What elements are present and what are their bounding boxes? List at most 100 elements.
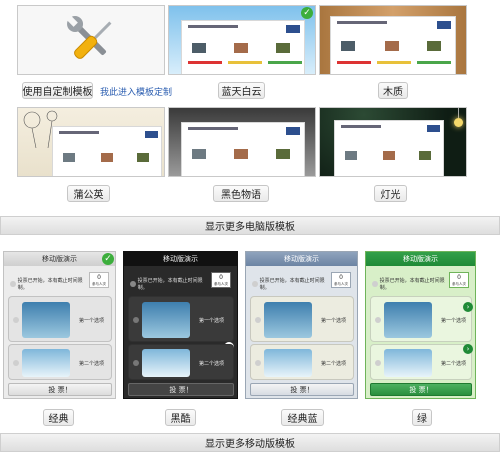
option-card[interactable]: 第二个选项 <box>250 344 354 380</box>
participant-count-box: 0 参与人次 <box>449 272 469 288</box>
preview-image <box>137 153 149 162</box>
participant-count-box: 0 参与人次 <box>331 272 351 288</box>
participant-count: 0 <box>219 274 223 281</box>
option-radio[interactable] <box>255 317 261 323</box>
vote-button[interactable]: 投 票！ <box>128 383 234 396</box>
template-button-blue-sky[interactable]: 蓝天白云 <box>218 82 265 99</box>
mobile-preview-header: 移动版演示 <box>366 252 475 266</box>
light-bulb-decoration <box>454 118 463 127</box>
mobile-template-button-classic-blue[interactable]: 经典蓝 <box>281 409 324 426</box>
chevron-right-icon[interactable]: › <box>463 344 473 354</box>
preview-bar <box>377 61 411 64</box>
template-button-dandelion[interactable]: 蒲公英 <box>67 185 110 202</box>
mobile-template-classic-blue[interactable]: 移动版演示 投票已开始，本有截止时间限制。 0 参与人次 第一个选项 第二个选项… <box>245 251 358 399</box>
participant-count-label: 参与人次 <box>334 282 348 286</box>
mobile-preview-header: 移动版演示 <box>124 252 237 266</box>
preview-image <box>341 41 355 51</box>
preview-title-line <box>59 131 99 134</box>
template-thumbnail-light[interactable] <box>319 107 467 177</box>
template-button-black-story[interactable]: 黑色物语 <box>213 185 269 202</box>
option-radio[interactable] <box>13 360 19 366</box>
notice-text: 投票已开始，本有截止时间限制。 <box>137 278 203 291</box>
template-preview-page <box>181 20 305 74</box>
option-image <box>142 349 190 377</box>
template-preview-page <box>334 120 444 176</box>
option-image <box>264 349 312 377</box>
show-more-pc-templates-button[interactable]: 显示更多电脑版模板 <box>0 216 500 235</box>
mobile-template-button-green[interactable]: 绿 <box>412 409 432 426</box>
option-image <box>384 302 432 338</box>
option-radio[interactable] <box>255 360 261 366</box>
vote-button-label: 投 票！ <box>290 385 314 394</box>
option-image <box>22 349 70 377</box>
option-card[interactable]: 第二个选项 <box>128 344 234 380</box>
participant-count-box: 0 参与人次 <box>211 272 231 288</box>
vote-button-label: 投 票！ <box>169 385 193 394</box>
option-card[interactable]: 第二个选项 <box>8 344 112 380</box>
template-button-light[interactable]: 灯光 <box>374 185 407 202</box>
option-card[interactable]: 第一个选项 <box>250 296 354 342</box>
template-thumbnail-black-story[interactable] <box>168 107 316 177</box>
preview-count-box <box>286 25 300 33</box>
preview-title-line <box>341 125 381 128</box>
preview-image <box>101 153 113 162</box>
option-radio[interactable] <box>375 317 381 323</box>
participant-count-box: 0 参与人次 <box>89 272 109 288</box>
participant-count: 0 <box>457 274 461 281</box>
vote-button[interactable]: 投 票！ <box>370 383 472 396</box>
use-custom-template-button[interactable]: 使用自定制模板 <box>22 82 93 99</box>
show-more-mobile-templates-button[interactable]: 显示更多移动版模板 <box>0 433 500 452</box>
mobile-template-green[interactable]: 移动版演示 投票已开始，本有截止时间限制。 0 参与人次 第一个选项 › 第二个… <box>365 251 476 399</box>
preview-bar <box>228 61 262 64</box>
clock-icon <box>10 281 16 287</box>
option-card[interactable]: 第一个选项 <box>8 296 112 342</box>
mobile-template-black-cool[interactable]: 移动版演示 投票已开始，本有截止时间限制。 0 参与人次 第一个选项 › 第二个… <box>123 251 238 399</box>
template-thumbnail-blue-sky[interactable] <box>168 5 316 75</box>
template-preview-page <box>52 126 162 176</box>
preview-title-line <box>337 21 387 24</box>
selected-check-icon: ✓ <box>102 253 114 265</box>
option-card[interactable]: 第一个选项 <box>128 296 234 342</box>
chevron-right-icon[interactable]: › <box>463 302 473 312</box>
preview-title-line <box>188 127 238 130</box>
preview-bar <box>417 61 451 64</box>
notice-text: 投票已开始，本有截止时间限制。 <box>379 278 445 291</box>
option-radio[interactable] <box>133 317 139 323</box>
notice-text: 投票已开始，本有截止时间限制。 <box>259 278 325 291</box>
mobile-preview-header: 移动版演示 <box>4 252 115 266</box>
preview-image <box>276 149 290 159</box>
mobile-template-button-black-cool[interactable]: 黑酷 <box>165 409 196 426</box>
template-thumbnail-dandelion[interactable] <box>17 107 165 177</box>
option-radio[interactable] <box>13 317 19 323</box>
option-radio[interactable] <box>133 360 139 366</box>
option-label: 第二个选项 <box>79 361 105 367</box>
preview-title-line <box>188 25 238 28</box>
vote-button[interactable]: 投 票！ <box>250 383 354 396</box>
option-card[interactable]: 第二个选项 <box>370 344 472 380</box>
tools-icon <box>66 15 112 59</box>
template-button-wood[interactable]: 木质 <box>378 82 408 99</box>
mobile-preview-notice: 投票已开始，本有截止时间限制。 <box>130 277 208 291</box>
option-label: 第一个选项 <box>199 318 225 324</box>
mobile-template-classic[interactable]: 移动版演示 投票已开始，本有截止时间限制。 0 参与人次 第一个选项 第二个选项… <box>3 251 116 399</box>
preview-count-box <box>437 21 451 29</box>
mobile-preview-notice: 投票已开始，本有截止时间限制。 <box>10 277 88 291</box>
option-label: 第一个选项 <box>79 318 105 324</box>
preview-image <box>192 149 206 159</box>
preview-count-box <box>145 131 158 138</box>
enter-template-customization-link[interactable]: 我此进入模板定制 <box>100 85 172 98</box>
option-radio[interactable] <box>375 360 381 366</box>
selected-check-icon: ✓ <box>301 7 313 19</box>
mobile-template-button-classic[interactable]: 经典 <box>43 409 74 426</box>
preview-image <box>419 151 431 160</box>
vote-button[interactable]: 投 票！ <box>8 383 112 396</box>
template-thumbnail-wood[interactable] <box>319 5 467 75</box>
participant-count: 0 <box>97 274 101 281</box>
clock-icon <box>130 281 136 287</box>
custom-template-thumbnail[interactable] <box>17 5 165 75</box>
option-card[interactable]: 第一个选项 <box>370 296 472 342</box>
preview-bar <box>188 61 222 64</box>
option-label: 第二个选项 <box>321 361 347 367</box>
preview-bar <box>337 61 371 64</box>
preview-image <box>345 151 357 160</box>
